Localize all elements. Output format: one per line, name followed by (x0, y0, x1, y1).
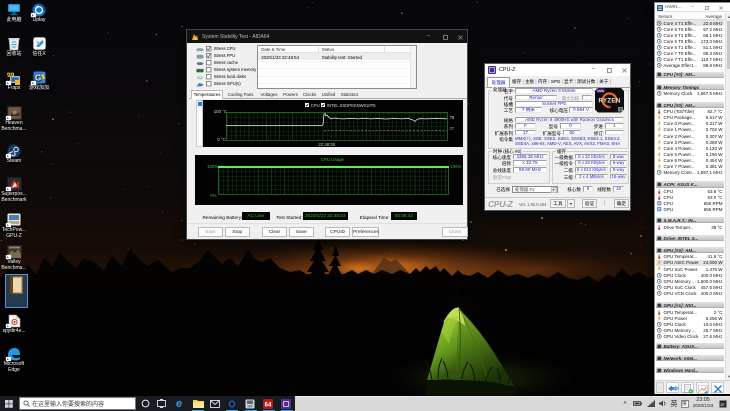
svg-text:AMD: AMD (597, 89, 605, 93)
svg-text:64: 64 (265, 402, 272, 408)
svg-text:RYZEN: RYZEN (598, 99, 620, 105)
svg-text:9: 9 (620, 108, 622, 112)
